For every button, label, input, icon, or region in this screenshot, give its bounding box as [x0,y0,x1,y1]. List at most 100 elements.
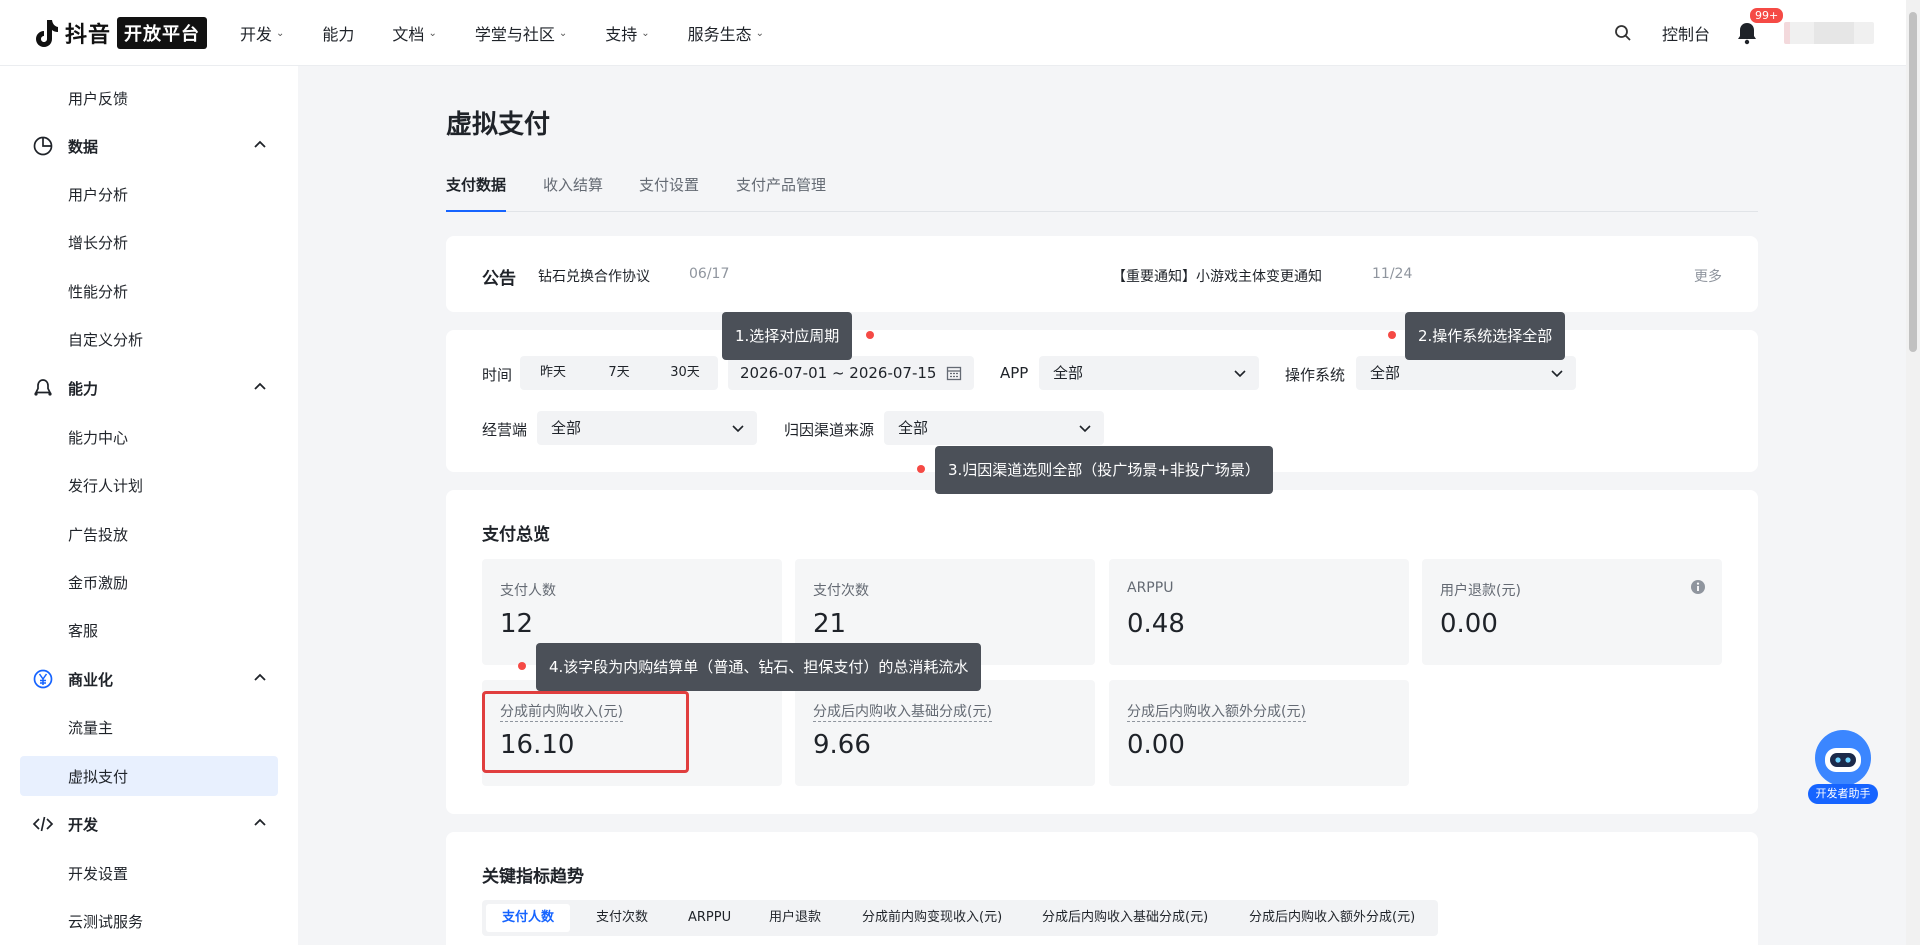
user-avatar[interactable] [1784,22,1874,44]
info-icon[interactable] [1690,579,1706,595]
app-select[interactable]: 全部 [1039,356,1259,390]
chevron-down-icon: ⌄ [276,27,285,39]
metric-revenue-extra-share: 分成后内购收入额外分成(元) 0.00 [1109,680,1409,786]
notification-bell[interactable]: 99+ [1736,7,1785,45]
range-30days-button[interactable]: 30天 [652,356,718,390]
nav-docs-label: 文档 [392,25,425,44]
code-icon [32,816,54,832]
sidebar-item-virtual-payment[interactable]: 虚拟支付 [68,766,128,787]
sidebar-item-dev-settings[interactable]: 开发设置 [68,863,128,884]
metric-label[interactable]: 分成后内购收入额外分成(元) [1127,701,1306,722]
chevron-up-icon [254,382,266,390]
range-yesterday-button[interactable]: 昨天 [520,356,586,390]
metric-label[interactable]: 分成后内购收入基础分成(元) [813,701,992,722]
chevron-down-icon: ⌄ [641,27,650,39]
trend-tab-payers[interactable]: 支付人数 [486,904,570,932]
nav-docs[interactable]: 文档 ⌄ [392,21,436,45]
guide-dot [866,331,874,339]
sidebar-group-label: 商业化 [68,670,114,689]
sidebar-item-custom-analysis[interactable]: 自定义分析 [68,329,143,350]
scrollbar-thumb[interactable] [1909,12,1917,352]
sidebar: 用户反馈 数据 用户分析 增长分析 性能分析 自定义分析 能力 能力中心 发行人… [0,66,298,945]
app-filter-label: APP [1000,364,1029,382]
tab-payment-product-management[interactable]: 支付产品管理 [736,174,826,212]
yen-icon [33,669,53,689]
sidebar-group-develop[interactable]: 开发 [32,812,268,836]
nav-capability-label: 能力 [322,25,355,44]
sidebar-item-coin-incentive[interactable]: 金币激励 [68,572,128,593]
sidebar-group-monetization[interactable]: 商业化 [32,667,268,691]
range-7days-button[interactable]: 7天 [586,356,652,390]
tab-payment-data[interactable]: 支付数据 [446,174,507,212]
trend-tab-refunds[interactable]: 用户退款 [769,904,821,932]
guide-tooltip-1: 1.选择对应周期 [722,312,853,360]
page-scrollbar[interactable] [1906,0,1920,945]
notice-card: 公告 钻石兑换合作协议 06/17 【重要通知】小游戏主体变更通知 11/24 … [446,236,1758,312]
os-select[interactable]: 全部 [1356,356,1576,390]
date-range-picker[interactable]: 2026-07-01 ~ 2026-07-15 [728,356,974,390]
sidebar-item-user-feedback[interactable]: 用户反馈 [68,88,128,109]
notice-link-diamond-agreement[interactable]: 钻石兑换合作协议 [538,266,650,286]
source-select-value: 全部 [898,419,929,437]
tab-payment-settings[interactable]: 支付设置 [639,174,699,212]
sidebar-item-growth-analysis[interactable]: 增长分析 [68,232,128,253]
channel-select-value: 全部 [551,419,582,437]
sidebar-item-capability-center[interactable]: 能力中心 [68,427,128,448]
app-select-value: 全部 [1053,364,1084,382]
page-title: 虚拟支付 [446,110,551,140]
robot-icon [1815,730,1871,786]
nav-develop-label: 开发 [240,25,273,44]
douyin-logo[interactable]: 抖音 开放平台 [33,16,208,50]
notice-link-entity-change[interactable]: 【重要通知】小游戏主体变更通知 [1112,266,1322,286]
source-select[interactable]: 全部 [884,411,1104,445]
sidebar-group-data[interactable]: 数据 [32,134,268,158]
chevron-up-icon [254,673,266,681]
trend-tab-payments[interactable]: 支付次数 [596,904,648,932]
source-filter-label: 归因渠道来源 [784,421,875,439]
sidebar-item-publisher-plan[interactable]: 发行人计划 [68,475,143,496]
date-range-value: 2026-07-01 ~ 2026-07-15 [740,364,937,382]
sidebar-group-label: 数据 [68,137,99,156]
nav-academy[interactable]: 学堂与社区 ⌄ [475,21,567,45]
trend-tab-revenue-base[interactable]: 分成后内购收入基础分成(元) [1042,904,1208,932]
metric-revenue-base-share: 分成后内购收入基础分成(元) 9.66 [795,680,1095,786]
tab-income-settlement[interactable]: 收入结算 [543,174,603,212]
assistant-label: 开发者助手 [1808,784,1878,804]
channel-select[interactable]: 全部 [537,411,757,445]
pie-chart-icon [33,136,53,156]
sidebar-group-capability[interactable]: 能力 [32,376,268,400]
overview-title: 支付总览 [482,525,550,545]
os-select-value: 全部 [1370,364,1401,382]
sidebar-item-traffic-owner[interactable]: 流量主 [68,717,113,738]
notice-more-link[interactable]: 更多 [1694,266,1722,286]
chevron-down-icon [1234,370,1246,378]
trend-tab-arppu[interactable]: ARPPU [688,904,731,932]
channel-filter-label: 经营端 [482,421,528,439]
sidebar-item-ad-delivery[interactable]: 广告投放 [68,524,128,545]
sidebar-group-label: 开发 [68,815,99,834]
nav-support[interactable]: 支持 ⌄ [605,21,649,45]
trend-tab-revenue-before[interactable]: 分成前内购变现收入(元) [862,904,1002,932]
nav-ecosystem-label: 服务生态 [687,25,752,44]
search-icon[interactable] [1614,24,1632,42]
sidebar-group-label: 能力 [68,379,99,398]
chevron-down-icon: ⌄ [428,27,437,39]
nav-develop[interactable]: 开发 ⌄ [240,21,284,45]
nav-capability[interactable]: 能力 [322,21,354,45]
trend-tab-revenue-extra[interactable]: 分成后内购收入额外分成(元) [1249,904,1415,932]
sidebar-item-cloud-test[interactable]: 云测试服务 [68,911,143,932]
console-link[interactable]: 控制台 [1662,21,1710,45]
developer-assistant-button[interactable]: 开发者助手 [1806,728,1880,806]
sidebar-item-user-analysis[interactable]: 用户分析 [68,184,128,205]
capability-icon [34,379,52,396]
highlight-box [482,691,689,773]
chevron-up-icon [254,818,266,826]
guide-dot [518,662,526,670]
top-right-actions: 控制台 99+ [1614,0,1874,66]
sidebar-item-customer-service[interactable]: 客服 [68,620,98,641]
metric-value: 0.00 [1127,730,1185,760]
nav-ecosystem[interactable]: 服务生态 ⌄ [688,21,764,45]
main-nav: 开发 ⌄ 能力 文档 ⌄ 学堂与社区 ⌄ 支持 ⌄ 服务生态 ⌄ [240,0,802,66]
sidebar-item-performance-analysis[interactable]: 性能分析 [68,281,128,302]
notice-date: 11/24 [1372,266,1413,282]
